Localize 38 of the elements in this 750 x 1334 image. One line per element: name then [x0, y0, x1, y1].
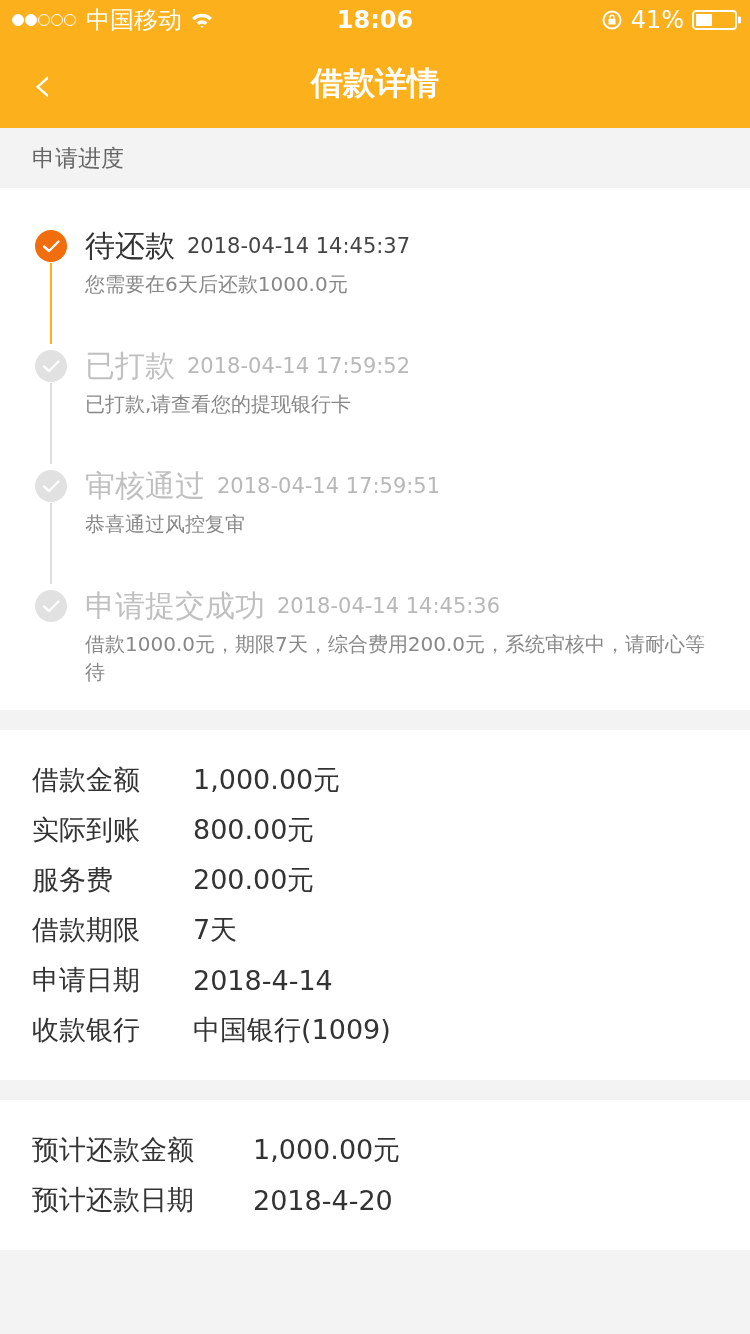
field-label: 预计还款日期: [32, 1183, 195, 1217]
field-label: 收款银行: [32, 1013, 141, 1047]
rotation-lock-icon: [600, 9, 623, 31]
step-description: 借款1000.0元，期限7天，综合费用200.0元，系统审核中，请耐心等待: [85, 631, 706, 686]
signal-icon: [12, 13, 78, 27]
wifi-icon: [190, 11, 214, 29]
step-time: 2018-04-14 14:45:37: [187, 234, 411, 258]
field-label: 申请日期: [32, 963, 141, 997]
field-value: 800.00元: [193, 813, 315, 847]
field-value: 2018-4-20: [253, 1184, 393, 1216]
step-description: 已打款,请查看您的提现银行卡: [85, 391, 353, 418]
field-value: 1,000.00元: [193, 763, 341, 797]
clock-time: 18:06: [336, 6, 414, 34]
step-description: 恭喜通过风控复审: [85, 511, 246, 538]
field-value: 200.00元: [193, 863, 315, 897]
field-value: 1,000.00元: [253, 1133, 401, 1167]
battery-icon: [692, 9, 742, 31]
step-title: 已打款: [85, 346, 175, 385]
step-time: 2018-04-14 14:45:36: [277, 594, 501, 618]
field-label: 借款金额: [32, 763, 141, 797]
step-title: 待还款: [85, 226, 175, 265]
carrier-name: 中国移动: [86, 5, 182, 36]
step-description: 您需要在6天后还款1000.0元: [85, 271, 349, 298]
battery-percent: 41%: [630, 6, 684, 34]
section-header: 申请进度: [31, 144, 125, 173]
step-time: 2018-04-14 17:59:51: [217, 474, 441, 498]
back-button[interactable]: ‹: [22, 58, 63, 110]
field-label: 借款期限: [32, 913, 141, 947]
step-title: 申请提交成功: [85, 586, 265, 625]
field-value: 中国银行(1009): [193, 1013, 391, 1047]
field-label: 服务费: [32, 863, 114, 897]
page-title: 借款详情: [311, 63, 439, 104]
field-value: 7天: [193, 913, 238, 947]
field-label: 实际到账: [32, 813, 141, 847]
field-value: 2018-4-14: [193, 964, 333, 996]
step-time: 2018-04-14 17:59:52: [187, 354, 411, 378]
step-title: 审核通过: [85, 466, 205, 505]
field-label: 预计还款金额: [32, 1133, 195, 1167]
